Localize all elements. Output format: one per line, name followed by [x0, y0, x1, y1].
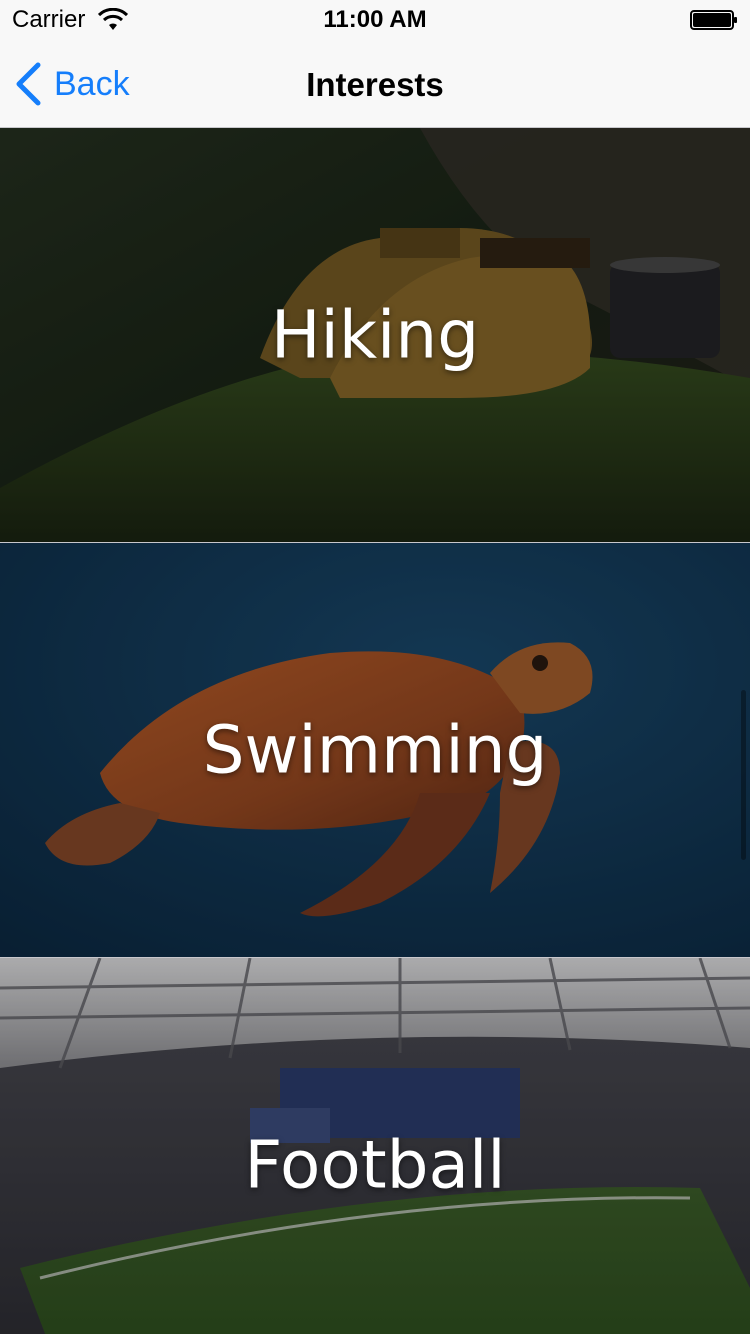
interest-cell-football[interactable]: Football	[0, 958, 750, 1334]
scroll-indicator	[741, 690, 746, 860]
interest-label: Football	[244, 1126, 506, 1204]
battery-icon	[690, 10, 737, 30]
clock: 11:00 AM	[323, 6, 427, 33]
interest-label: Hiking	[270, 296, 480, 374]
interest-cell-swimming[interactable]: Swimming	[0, 543, 750, 958]
status-bar: Carrier 11:00 AM	[0, 0, 750, 40]
navigation-bar: Back Interests	[0, 40, 750, 128]
interest-label: Swimming	[202, 711, 548, 789]
page-title: Interests	[306, 66, 444, 103]
interests-list[interactable]: Hiking Swimming Football	[0, 128, 750, 1334]
interest-cell-hiking[interactable]: Hiking	[0, 128, 750, 543]
